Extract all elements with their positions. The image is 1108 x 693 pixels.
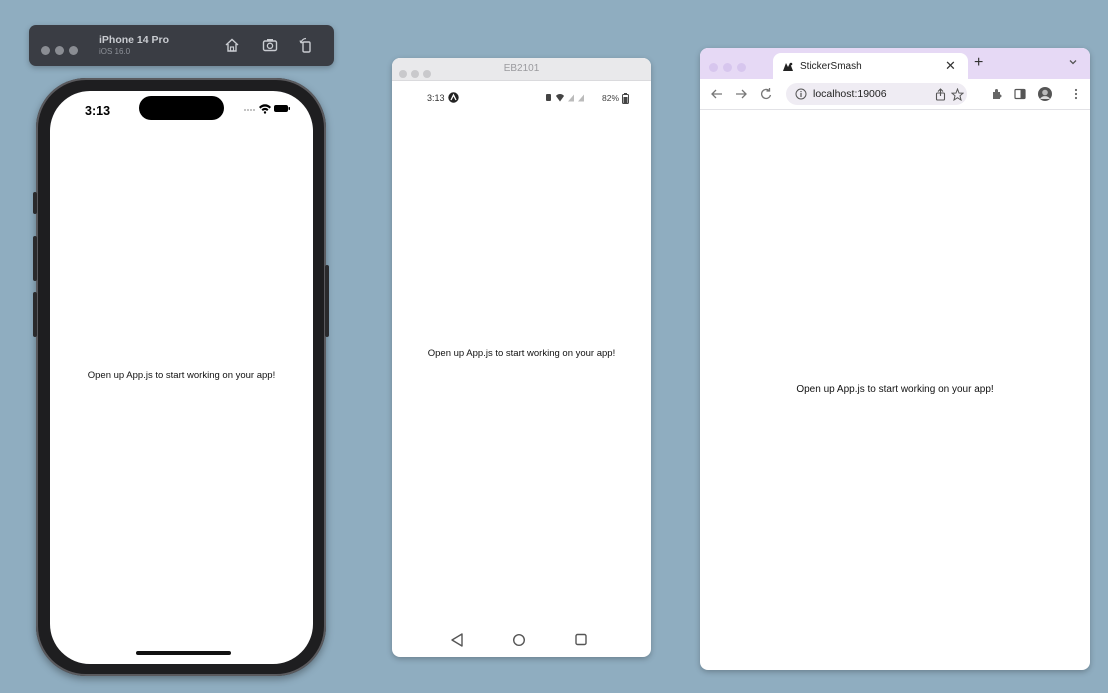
profile-avatar[interactable] bbox=[1037, 86, 1053, 102]
window-controls[interactable] bbox=[709, 59, 751, 77]
bookmark-star-icon[interactable] bbox=[951, 88, 964, 101]
back-icon[interactable] bbox=[451, 633, 463, 647]
app-message: Open up App.js to start working on your … bbox=[796, 384, 994, 395]
browser-toolbar: localhost:19006 bbox=[700, 79, 1090, 110]
android-battery-level: 82% bbox=[602, 93, 620, 103]
site-info-icon[interactable] bbox=[795, 88, 807, 100]
volume-up-button bbox=[33, 236, 37, 281]
forward-arrow-icon[interactable] bbox=[733, 86, 749, 102]
share-icon[interactable] bbox=[934, 88, 947, 101]
android-navigation-bar bbox=[451, 633, 587, 647]
expo-favicon-icon bbox=[783, 62, 793, 71]
tab-title: StickerSmash bbox=[800, 61, 862, 72]
android-titlebar: EB2101 bbox=[392, 58, 651, 81]
device-os-version: iOS 16.0 bbox=[99, 47, 131, 56]
android-window-title: EB2101 bbox=[503, 63, 540, 74]
home-icon[interactable] bbox=[512, 633, 525, 647]
close-tab-icon[interactable]: ✕ bbox=[945, 58, 956, 74]
tab-strip: StickerSmash ✕ + bbox=[700, 48, 1090, 79]
android-status-time: 3:13 bbox=[427, 93, 445, 103]
rotate-icon[interactable] bbox=[297, 36, 315, 54]
battery-icon bbox=[622, 93, 629, 104]
ios-status-time: 3:13 bbox=[85, 104, 111, 118]
expo-go-icon bbox=[448, 92, 459, 103]
android-status-icons bbox=[546, 94, 584, 102]
tab-stickersmash[interactable]: StickerSmash ✕ bbox=[773, 53, 968, 79]
address-url: localhost:19006 bbox=[813, 88, 887, 100]
chevron-down-icon[interactable] bbox=[1068, 57, 1078, 67]
address-bar[interactable]: localhost:19006 bbox=[786, 83, 967, 105]
dynamic-island bbox=[139, 96, 224, 120]
app-message: Open up App.js to start working on your … bbox=[87, 370, 276, 381]
reload-icon[interactable] bbox=[758, 86, 774, 102]
kebab-menu-icon[interactable] bbox=[1068, 86, 1084, 102]
home-indicator[interactable] bbox=[136, 651, 231, 655]
browser-window: StickerSmash ✕ + localhost:19006 Open up… bbox=[700, 48, 1090, 670]
extensions-puzzle-icon[interactable] bbox=[989, 86, 1005, 102]
new-tab-icon[interactable]: + bbox=[974, 54, 983, 72]
volume-down-button bbox=[33, 292, 37, 337]
android-emulator-window: EB2101 3:13 82% Open up App.js to start … bbox=[392, 58, 651, 657]
window-controls[interactable] bbox=[41, 42, 83, 60]
home-icon[interactable] bbox=[223, 36, 241, 54]
device-name: iPhone 14 Pro bbox=[99, 34, 170, 46]
ios-simulator-toolbar: iPhone 14 Pro iOS 16.0 bbox=[29, 25, 334, 66]
ios-status-icons bbox=[244, 104, 290, 114]
screenshot-icon[interactable] bbox=[261, 36, 279, 54]
app-message: Open up App.js to start working on your … bbox=[427, 348, 616, 359]
recents-icon[interactable] bbox=[575, 633, 587, 646]
action-button bbox=[33, 192, 37, 214]
back-arrow-icon[interactable] bbox=[709, 86, 725, 102]
side-button bbox=[325, 265, 329, 337]
iphone-screen[interactable]: 3:13 Open up App.js to start working on … bbox=[50, 91, 313, 664]
side-panel-icon[interactable] bbox=[1012, 86, 1028, 102]
